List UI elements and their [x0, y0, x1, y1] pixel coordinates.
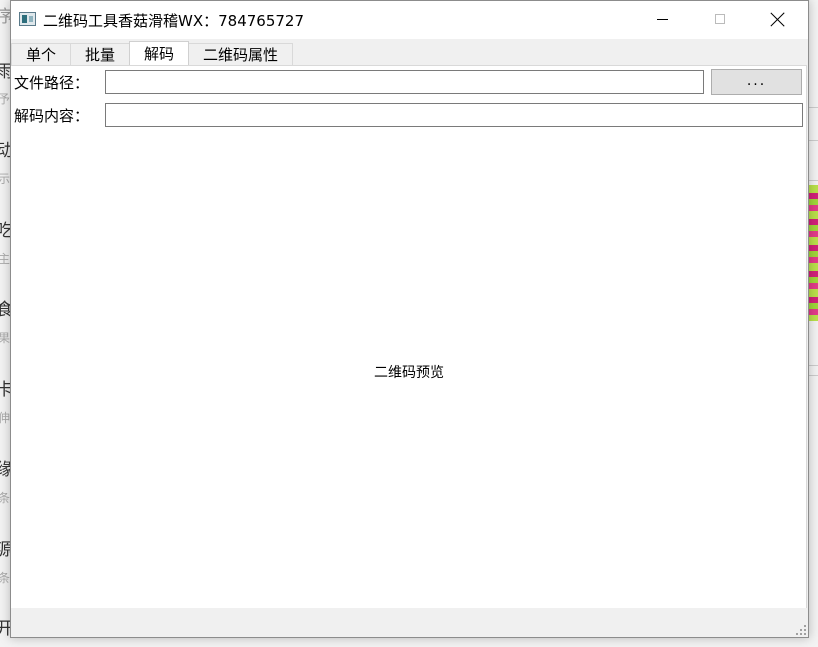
- close-icon: [770, 12, 785, 27]
- background-text: 予: [0, 92, 11, 106]
- decode-content-label: 解码内容：: [14, 107, 90, 125]
- background-image: [808, 185, 818, 321]
- background-text: 果: [0, 331, 11, 345]
- background-text: 条: [0, 491, 11, 505]
- tab-bar: 单个 批量 解码 二维码属性: [11, 41, 294, 65]
- background-text: 条: [0, 571, 11, 585]
- maximize-icon: [715, 14, 725, 24]
- close-button[interactable]: [755, 1, 801, 39]
- maximize-button[interactable]: [697, 1, 743, 39]
- background-divider: [808, 365, 818, 366]
- background-text: 伸: [0, 411, 11, 425]
- background-text: 示: [0, 172, 11, 186]
- browse-button[interactable]: ...: [711, 69, 802, 95]
- background-divider: [808, 180, 818, 181]
- app-icon[interactable]: [19, 12, 36, 26]
- tab-single[interactable]: 单个: [11, 43, 72, 65]
- resize-grip-icon[interactable]: [796, 625, 806, 635]
- decode-content-input[interactable]: [105, 103, 803, 127]
- decode-panel: 文件路径： ... 解码内容： 二维码预览: [11, 65, 807, 608]
- tab-qr-properties[interactable]: 二维码属性: [188, 43, 294, 65]
- file-path-label: 文件路径：: [14, 74, 90, 92]
- minimize-icon: [657, 19, 668, 20]
- background-text: 主: [0, 252, 11, 266]
- minimize-button[interactable]: [640, 1, 686, 39]
- window-title: 二维码工具香菇滑稽WX：784765727: [43, 12, 304, 30]
- client-area: 单个 批量 解码 二维码属性 文件路径： ... 解码内容： 二维码预览: [11, 39, 808, 637]
- title-bar[interactable]: 二维码工具香菇滑稽WX：784765727: [11, 1, 808, 39]
- qr-preview-label: 二维码预览: [374, 365, 444, 381]
- tab-batch[interactable]: 批量: [70, 43, 131, 65]
- qr-tool-window: 二维码工具香菇滑稽WX：784765727 单个 批量 解码 二维码属性 文件路…: [10, 0, 809, 638]
- background-divider: [808, 107, 818, 108]
- tab-decode[interactable]: 解码: [129, 41, 190, 65]
- background-divider: [808, 375, 818, 376]
- status-bar: [11, 608, 808, 637]
- background-divider: [808, 140, 818, 141]
- file-path-input[interactable]: [105, 70, 704, 94]
